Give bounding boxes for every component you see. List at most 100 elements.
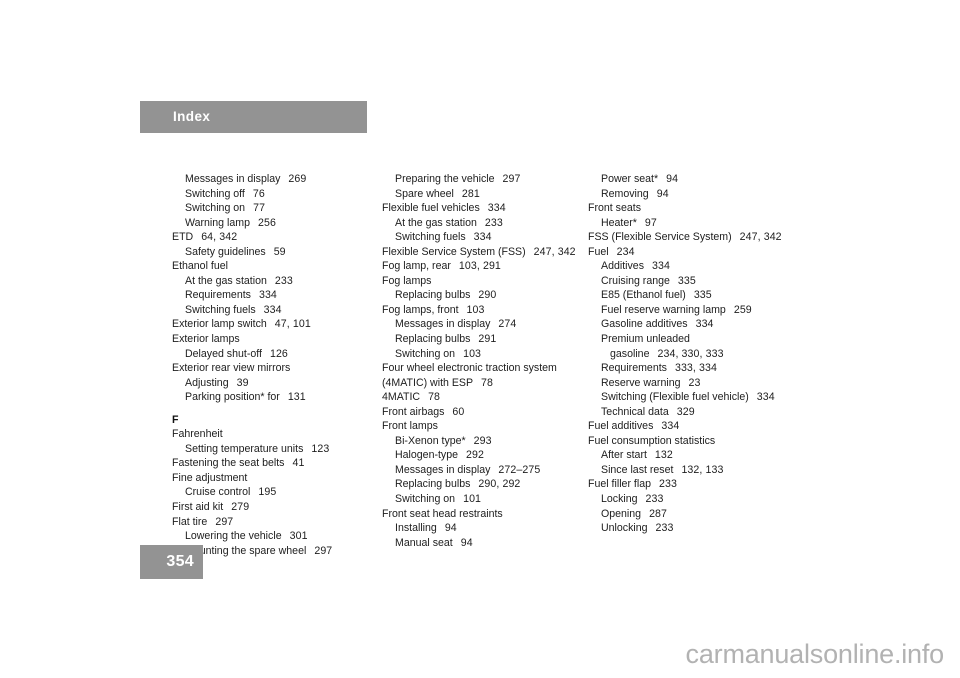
index-entry-pages[interactable]: 77 [253, 202, 265, 214]
index-entry-pages[interactable]: 247, 342 [534, 246, 576, 258]
index-entry-pages[interactable]: 334 [259, 289, 277, 301]
index-entry[interactable]: Unlocking 233 [588, 521, 808, 536]
index-entry[interactable]: Fog lamp, rear 103, 291 [382, 259, 587, 274]
index-entry-pages[interactable]: 335 [694, 289, 712, 301]
index-entry-pages[interactable]: 274 [498, 318, 516, 330]
index-entry[interactable]: ETD 64, 342 [172, 230, 372, 245]
index-entry[interactable]: Switching on 77 [172, 201, 372, 216]
index-entry-pages[interactable]: 290 [478, 289, 496, 301]
index-entry[interactable]: Parking position* for 131 [172, 390, 372, 405]
index-entry-pages[interactable]: 94 [666, 173, 678, 185]
index-entry-pages[interactable]: 78 [481, 377, 493, 389]
index-entry-pages[interactable]: 256 [258, 217, 276, 229]
index-entry[interactable]: Fog lamps [382, 274, 587, 289]
index-entry[interactable]: Front seat head restraints [382, 507, 587, 522]
index-entry-pages[interactable]: 132 [655, 449, 673, 461]
index-entry-pages[interactable]: 329 [677, 406, 695, 418]
index-entry[interactable]: Messages in display 269 [172, 172, 372, 187]
index-entry[interactable]: Exterior lamps [172, 332, 372, 347]
index-entry-pages[interactable]: 195 [258, 486, 276, 498]
index-entry[interactable]: Installing 94 [382, 521, 587, 536]
index-entry[interactable]: gasoline 234, 330, 333 [588, 347, 808, 362]
index-entry[interactable]: Ethanol fuel [172, 259, 372, 274]
index-entry[interactable]: Flexible fuel vehicles 334 [382, 201, 587, 216]
index-entry-pages[interactable]: 103 [463, 348, 481, 360]
index-entry[interactable]: Requirements 333, 334 [588, 361, 808, 376]
index-entry-pages[interactable]: 234, 330, 333 [657, 348, 723, 360]
index-entry-pages[interactable]: 334 [488, 202, 506, 214]
index-entry[interactable]: Replacing bulbs 290 [382, 288, 587, 303]
index-entry[interactable]: First aid kit 279 [172, 500, 372, 515]
index-entry[interactable]: 4MATIC 78 [382, 390, 587, 405]
index-entry[interactable]: Exterior lamp switch 47, 101 [172, 317, 372, 332]
index-entry[interactable]: Switching on 101 [382, 492, 587, 507]
index-entry[interactable]: Warning lamp 256 [172, 216, 372, 231]
index-entry-pages[interactable]: 101 [463, 493, 481, 505]
index-entry-pages[interactable]: 47, 101 [275, 318, 311, 330]
index-entry-pages[interactable]: 23 [689, 377, 701, 389]
index-entry[interactable]: Switching fuels 334 [172, 303, 372, 318]
index-entry-pages[interactable]: 64, 342 [201, 231, 237, 243]
index-entry[interactable]: Fine adjustment [172, 471, 372, 486]
index-entry-pages[interactable]: 233 [646, 493, 664, 505]
index-entry[interactable]: Safety guidelines 59 [172, 245, 372, 260]
index-entry-pages[interactable]: 279 [231, 501, 249, 513]
index-entry-pages[interactable]: 94 [445, 522, 457, 534]
index-entry[interactable]: Front airbags 60 [382, 405, 587, 420]
index-entry-pages[interactable]: 334 [652, 260, 670, 272]
index-entry[interactable]: Setting temperature units 123 [172, 442, 372, 457]
index-entry-pages[interactable]: 103 [467, 304, 485, 316]
index-entry-pages[interactable]: 334 [757, 391, 775, 403]
index-entry[interactable]: Adjusting 39 [172, 376, 372, 391]
index-entry-pages[interactable]: 287 [649, 508, 667, 520]
index-entry-pages[interactable]: 233 [275, 275, 293, 287]
index-entry-pages[interactable]: 334 [661, 420, 679, 432]
index-entry-pages[interactable]: 126 [270, 348, 288, 360]
index-entry-pages[interactable]: 59 [274, 246, 286, 258]
index-entry[interactable]: FSS (Flexible Service System) 247, 342 [588, 230, 808, 245]
index-entry-pages[interactable]: 290, 292 [478, 478, 520, 490]
index-entry-pages[interactable]: 60 [452, 406, 464, 418]
index-entry-pages[interactable]: 334 [696, 318, 714, 330]
index-entry[interactable]: Requirements 334 [172, 288, 372, 303]
index-entry-pages[interactable]: 333, 334 [675, 362, 717, 374]
index-entry-pages[interactable]: 41 [292, 457, 304, 469]
index-entry-pages[interactable]: 233 [485, 217, 503, 229]
index-entry-pages[interactable]: 103, 291 [459, 260, 501, 272]
index-entry[interactable]: (4MATIC) with ESP 78 [382, 376, 587, 391]
index-entry-pages[interactable]: 94 [461, 537, 473, 549]
index-entry[interactable]: Fahrenheit [172, 427, 372, 442]
index-entry[interactable]: Fuel additives 334 [588, 419, 808, 434]
index-entry[interactable]: Switching fuels 334 [382, 230, 587, 245]
index-entry-pages[interactable]: 297 [314, 545, 332, 557]
index-entry[interactable]: Gasoline additives 334 [588, 317, 808, 332]
index-entry[interactable]: Manual seat 94 [382, 536, 587, 551]
index-entry[interactable]: Premium unleaded [588, 332, 808, 347]
index-entry-pages[interactable]: 132, 133 [681, 464, 723, 476]
index-entry[interactable]: Removing 94 [588, 187, 808, 202]
index-entry-pages[interactable]: 293 [474, 435, 492, 447]
index-entry-pages[interactable]: 131 [288, 391, 306, 403]
index-entry[interactable]: Four wheel electronic traction system [382, 361, 587, 376]
index-entry[interactable]: Switching off 76 [172, 187, 372, 202]
index-entry-pages[interactable]: 76 [253, 188, 265, 200]
index-entry-pages[interactable]: 259 [734, 304, 752, 316]
index-entry-pages[interactable]: 272–275 [498, 464, 540, 476]
index-entry[interactable]: Heater* 97 [588, 216, 808, 231]
index-entry[interactable]: Fuel 234 [588, 245, 808, 260]
index-entry[interactable]: At the gas station 233 [172, 274, 372, 289]
index-entry[interactable]: Front seats [588, 201, 808, 216]
index-entry-pages[interactable]: 97 [645, 217, 657, 229]
index-entry-pages[interactable]: 233 [656, 522, 674, 534]
index-entry-pages[interactable]: 301 [290, 530, 308, 542]
index-entry[interactable]: Lowering the vehicle 301 [172, 529, 372, 544]
index-entry-pages[interactable]: 94 [657, 188, 669, 200]
index-entry-pages[interactable]: 233 [659, 478, 677, 490]
index-entry[interactable]: Additives 334 [588, 259, 808, 274]
index-entry[interactable]: Opening 287 [588, 507, 808, 522]
index-entry[interactable]: At the gas station 233 [382, 216, 587, 231]
index-entry-pages[interactable]: 281 [462, 188, 480, 200]
index-entry-pages[interactable]: 78 [428, 391, 440, 403]
index-entry-pages[interactable]: 269 [288, 173, 306, 185]
index-entry[interactable]: Fog lamps, front 103 [382, 303, 587, 318]
